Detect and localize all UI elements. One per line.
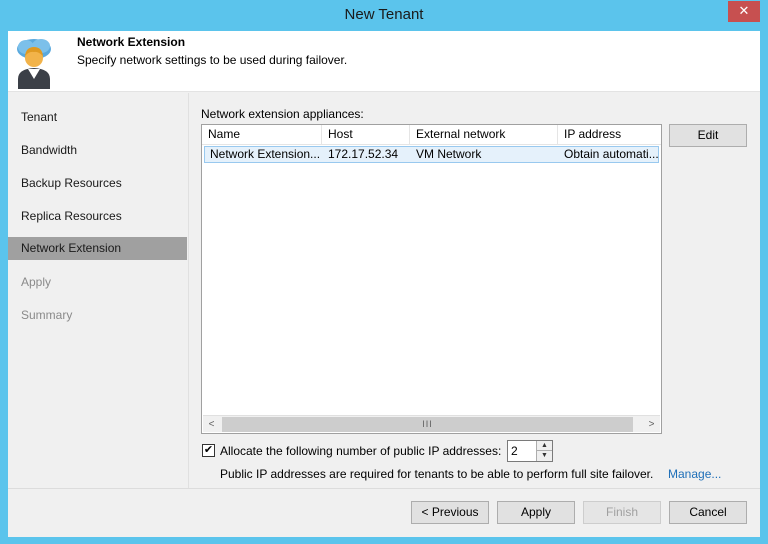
previous-button[interactable]: < Previous xyxy=(411,501,489,524)
tenant-avatar-icon xyxy=(17,39,51,89)
horizontal-scrollbar[interactable]: < III > xyxy=(203,415,660,432)
allocate-public-ip-label[interactable]: Allocate the following number of public … xyxy=(220,444,501,458)
manage-link[interactable]: Manage... xyxy=(668,467,721,481)
wizard-client-area: Network Extension Specify network settin… xyxy=(8,31,760,537)
apply-button[interactable]: Apply xyxy=(497,501,575,524)
sidebar-item-backup-resources[interactable]: Backup Resources xyxy=(8,172,187,195)
column-header-host[interactable]: Host xyxy=(322,125,410,145)
checkmark-icon: ✔ xyxy=(203,444,214,456)
cell-external-network: VM Network xyxy=(416,147,482,161)
sidebar-item-tenant[interactable]: Tenant xyxy=(8,106,187,129)
column-header-external-network[interactable]: External network xyxy=(410,125,558,145)
edit-button[interactable]: Edit xyxy=(669,124,747,147)
close-button[interactable]: ✕ xyxy=(728,1,760,22)
column-header-name[interactable]: Name xyxy=(202,125,322,145)
sidebar-item-summary: Summary xyxy=(21,308,73,322)
window-title: New Tenant xyxy=(344,6,424,23)
cell-ip-address: Obtain automati... xyxy=(564,147,659,161)
wizard-steps-sidebar: Tenant Bandwidth Backup Resources Replic… xyxy=(8,93,188,488)
page-title: Network Extension xyxy=(77,35,186,49)
appliances-label: Network extension appliances: xyxy=(201,107,364,121)
public-ip-note: Public IP addresses are required for ten… xyxy=(220,467,654,481)
public-ip-count-value[interactable]: 2 xyxy=(511,444,518,458)
sidebar-item-replica-resources[interactable]: Replica Resources xyxy=(8,205,187,228)
scroll-left-icon[interactable]: < xyxy=(203,417,220,432)
footer-divider xyxy=(8,488,760,489)
sidebar-item-bandwidth[interactable]: Bandwidth xyxy=(8,139,187,162)
sidebar-item-apply: Apply xyxy=(21,275,52,289)
list-header: Name Host External network IP address xyxy=(202,125,661,145)
cell-host: 172.17.52.34 xyxy=(328,147,399,161)
scroll-thumb[interactable]: III xyxy=(222,417,633,432)
allocate-public-ip-checkbox[interactable]: ✔ xyxy=(202,444,215,457)
public-ip-count-stepper[interactable]: 2 ▲ ▼ xyxy=(507,440,553,462)
sidebar-item-network-extension[interactable]: Network Extension xyxy=(8,237,187,260)
sidebar-divider xyxy=(188,93,189,488)
spin-up-icon[interactable]: ▲ xyxy=(536,441,552,451)
table-row[interactable]: Network Extension... 172.17.52.34 VM Net… xyxy=(204,146,659,163)
column-header-ip-address[interactable]: IP address xyxy=(558,125,661,145)
cancel-button[interactable]: Cancel xyxy=(669,501,747,524)
title-bar[interactable]: New Tenant ✕ xyxy=(0,0,768,31)
cell-name: Network Extension... xyxy=(210,147,321,161)
new-tenant-window: New Tenant ✕ Network Extension Specify n… xyxy=(0,0,768,544)
appliances-list[interactable]: Name Host External network IP address Ne… xyxy=(201,124,662,434)
finish-button: Finish xyxy=(583,501,661,524)
page-subtitle: Specify network settings to be used duri… xyxy=(77,53,348,67)
spin-down-icon[interactable]: ▼ xyxy=(536,451,552,461)
wizard-header: Network Extension Specify network settin… xyxy=(8,31,760,92)
scroll-right-icon[interactable]: > xyxy=(643,417,660,432)
close-icon: ✕ xyxy=(738,3,750,18)
